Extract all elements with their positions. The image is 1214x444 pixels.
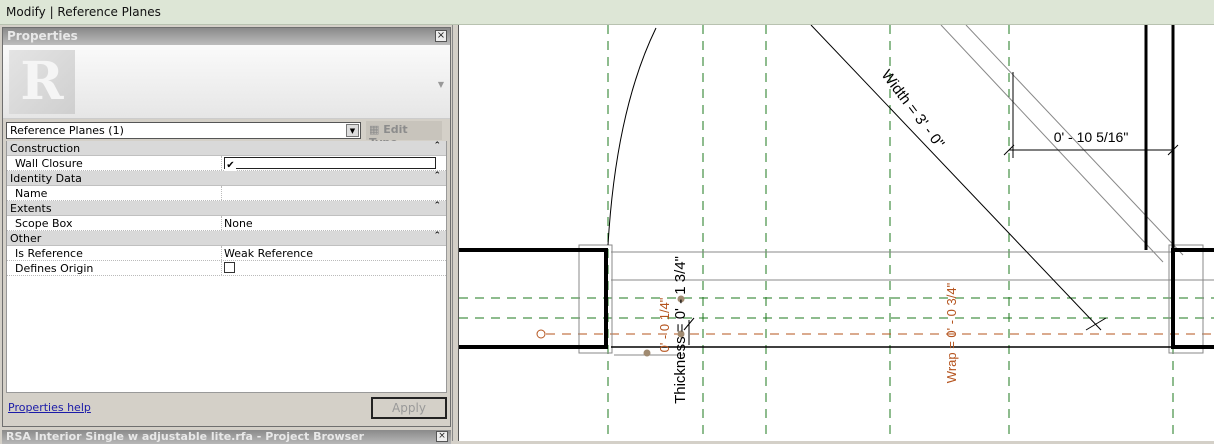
name-field[interactable] <box>222 186 446 200</box>
group-construction[interactable]: Construction ⌃ <box>7 141 446 156</box>
dim-small-label[interactable]: 0' - 0 1/4" <box>657 297 672 352</box>
group-label: Extents <box>10 202 52 215</box>
property-row: Scope Box None <box>7 216 446 231</box>
chevron-down-icon[interactable]: ▼ <box>346 124 359 137</box>
drag-grip[interactable] <box>643 349 651 357</box>
properties-panel: Properties × R ▼ Reference Planes (1) ▼ ▦ E… <box>2 27 451 427</box>
group-label: Identity Data <box>10 172 82 185</box>
group-label: Other <box>10 232 42 245</box>
revit-logo-icon: R <box>9 50 75 114</box>
dim-thickness-label[interactable]: Thickness = 0' - 1 3/4" <box>672 256 689 404</box>
group-other[interactable]: Other ⌃ <box>7 231 446 246</box>
collapse-icon[interactable]: ⌃ <box>433 201 441 211</box>
property-name: Is Reference <box>7 246 222 260</box>
defines-origin-checkbox[interactable] <box>224 262 235 273</box>
context-title: Modify | Reference Planes <box>6 5 161 19</box>
dim-offset-label[interactable]: 0' - 10 5/16" <box>1054 129 1129 145</box>
type-selector-value: Reference Planes (1) <box>10 124 124 137</box>
property-name: Name <box>7 186 222 200</box>
wall-closure-checkbox[interactable]: ✔ <box>224 157 436 172</box>
property-name: Defines Origin <box>7 261 222 275</box>
apply-button[interactable]: Apply <box>371 397 447 419</box>
properties-title: Properties <box>7 29 78 43</box>
property-name: Wall Closure <box>7 156 222 170</box>
group-label: Construction <box>10 142 81 155</box>
walls <box>459 24 1214 349</box>
property-grid: Construction ⌃ Wall Closure ✔ Identity Dat… <box>6 141 447 393</box>
group-extents[interactable]: Extents ⌃ <box>7 201 446 216</box>
drawing-canvas[interactable]: 0' - 10 5/16" Width = 3' - 0" Thickness … <box>458 24 1214 441</box>
property-row: Defines Origin <box>7 261 446 276</box>
type-selector[interactable]: Reference Planes (1) ▼ <box>6 122 361 139</box>
edit-type-button[interactable]: ▦ Edit Type <box>366 121 442 149</box>
type-preview: R ▼ <box>3 45 450 119</box>
project-browser-title: RSA Interior Single w adjustable lite.rf… <box>6 430 365 443</box>
close-icon[interactable]: × <box>435 30 447 42</box>
property-row: Is Reference Weak Reference <box>7 246 446 261</box>
close-icon[interactable]: × <box>436 431 448 442</box>
is-reference-value[interactable]: Weak Reference <box>222 246 446 260</box>
property-name: Scope Box <box>7 216 222 230</box>
dim-wrap-label[interactable]: Wrap = 0' - 0 3/4" <box>944 282 959 383</box>
scope-box-value[interactable]: None <box>222 216 446 230</box>
collapse-icon[interactable]: ⌃ <box>433 141 441 151</box>
collapse-icon[interactable]: ⌃ <box>433 231 441 241</box>
property-row: Wall Closure ✔ <box>7 156 446 172</box>
dim-width-label[interactable]: Width = 3' - 0" <box>878 67 948 152</box>
group-identity-data[interactable]: Identity Data ⌃ <box>7 171 446 186</box>
chevron-down-icon[interactable]: ▼ <box>438 80 444 89</box>
properties-title-bar[interactable]: Properties × <box>3 28 450 45</box>
properties-help-link[interactable]: Properties help <box>8 401 91 414</box>
property-row: Name <box>7 186 446 201</box>
ref-plane-end-grip[interactable] <box>536 329 546 339</box>
edit-type-icon: ▦ <box>369 123 384 136</box>
project-browser-title-bar[interactable]: RSA Interior Single w adjustable lite.rf… <box>2 430 451 444</box>
collapse-icon[interactable]: ⌃ <box>433 171 441 181</box>
drawing-svg: 0' - 10 5/16" Width = 3' - 0" Thickness … <box>459 24 1214 441</box>
reference-planes <box>459 25 1214 441</box>
context-tab-bar: Modify | Reference Planes <box>0 0 1214 25</box>
